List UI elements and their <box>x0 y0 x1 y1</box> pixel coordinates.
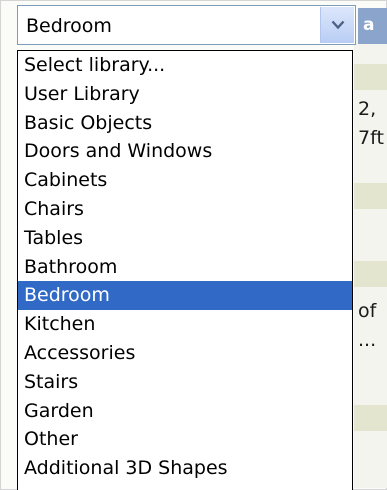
background-text: ... <box>358 329 377 351</box>
background-thumbnail <box>354 261 387 287</box>
background-text: 2, <box>358 98 377 120</box>
dropdown-option-doors-and-windows[interactable]: Doors and Windows <box>18 137 352 166</box>
background-thumbnail <box>354 405 387 431</box>
dropdown-option-garden[interactable]: Garden <box>18 397 352 426</box>
dropdown-option-accessories[interactable]: Accessories <box>18 339 352 368</box>
side-button-label: a <box>363 15 375 35</box>
dropdown-option-user-library[interactable]: User Library <box>18 80 352 109</box>
library-select[interactable]: Bedroom <box>17 5 356 45</box>
side-button[interactable]: a <box>358 8 387 44</box>
dropdown-option-bedroom[interactable]: Bedroom <box>18 281 352 311</box>
dropdown-option-stairs[interactable]: Stairs <box>18 368 352 397</box>
dropdown-option-tables[interactable]: Tables <box>18 224 352 253</box>
dropdown-option-kitchen[interactable]: Kitchen <box>18 310 352 339</box>
dropdown-option-basic-objects[interactable]: Basic Objects <box>18 109 352 138</box>
dropdown-option-bathroom[interactable]: Bathroom <box>18 253 352 282</box>
library-dropdown-list[interactable]: Select library... User Library Basic Objec… <box>17 50 353 490</box>
dropdown-option-other[interactable]: Other <box>18 425 352 454</box>
dropdown-option-select-library[interactable]: Select library... <box>18 51 352 80</box>
dropdown-option-additional-3d-shapes[interactable]: Additional 3D Shapes <box>18 454 352 483</box>
chevron-down-icon <box>331 20 344 30</box>
library-select-value: Bedroom <box>26 15 112 37</box>
dropdown-button[interactable] <box>320 7 354 43</box>
background-thumbnail <box>354 183 387 209</box>
background-thumbnail <box>354 64 387 90</box>
background-text: 7ft <box>358 127 384 149</box>
background-text: of <box>358 300 377 322</box>
dropdown-option-chairs[interactable]: Chairs <box>18 195 352 224</box>
dropdown-option-cabinets[interactable]: Cabinets <box>18 166 352 195</box>
